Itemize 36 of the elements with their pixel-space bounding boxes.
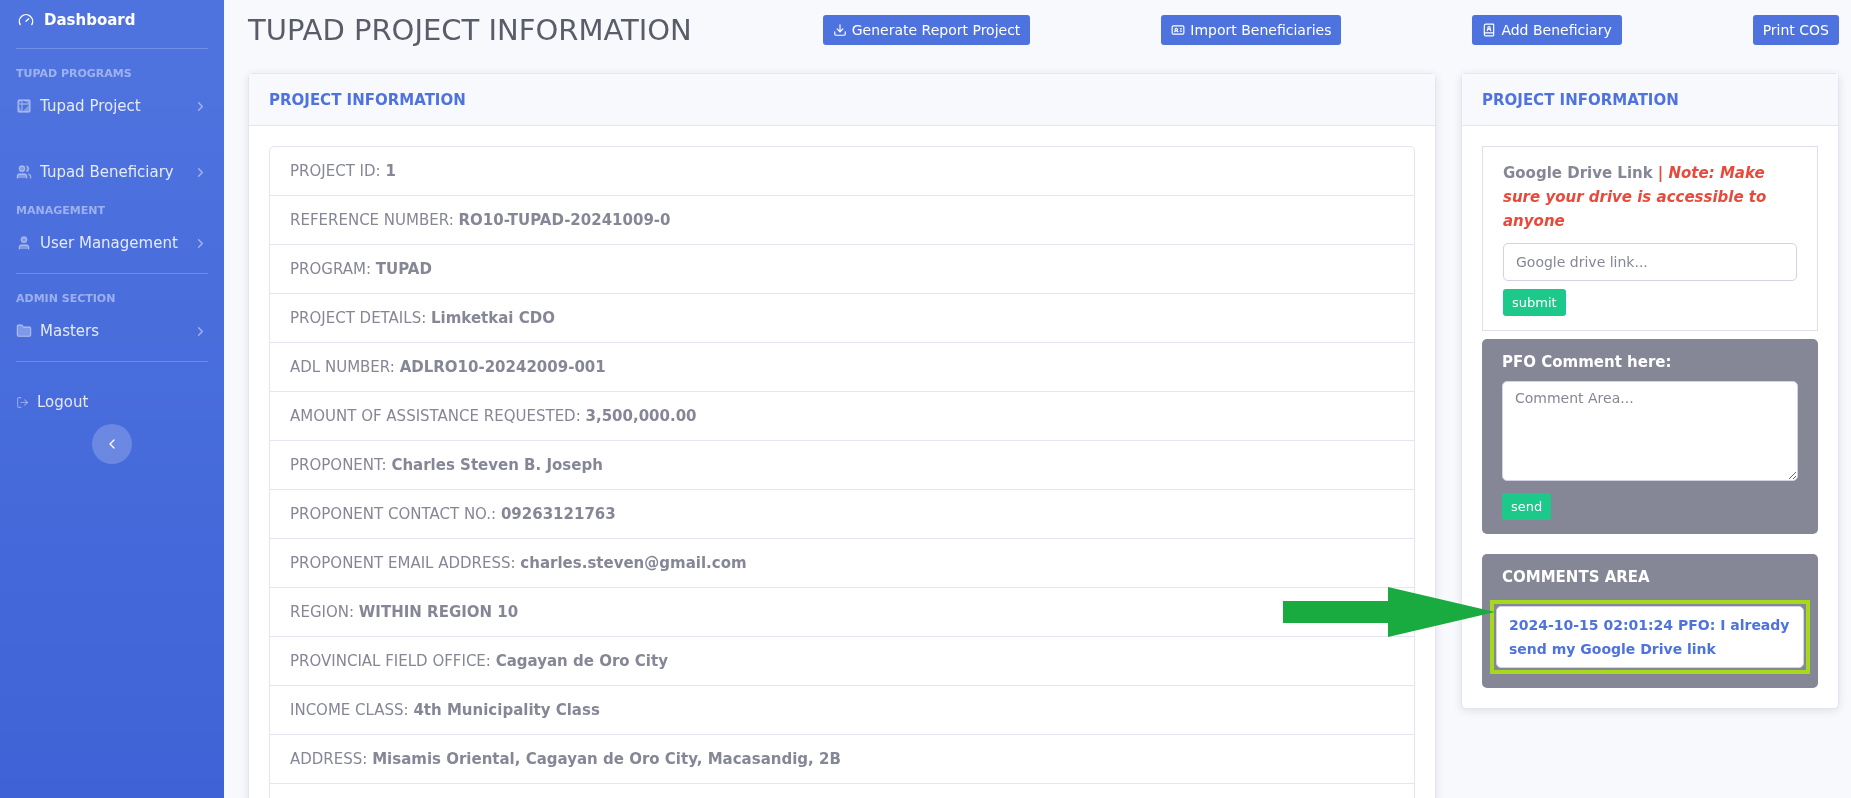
info-row: PROVINCIAL FIELD OFFICE: Cagayan de Oro City [270, 637, 1414, 686]
info-row: PROPONENT EMAIL ADDRESS: charles.steven@gmail.com [270, 539, 1414, 588]
sidebar-heading: TUPAD PROGRAMS [16, 67, 133, 80]
card-title: PROJECT INFORMATION [249, 74, 1435, 126]
action-button[interactable]: Print COS [1752, 15, 1839, 45]
submit-button[interactable]: submit [1503, 289, 1566, 316]
sidebar-heading: MANAGEMENT [16, 204, 106, 217]
info-row: PROJECT DETAILS: Limketkai CDO [270, 294, 1414, 343]
comment-text: 2024-10-15 02:01:24 PFO: I already send my Google Drive link [1496, 606, 1804, 668]
sidebar-item[interactable]: Tupad Beneficiary [16, 150, 208, 194]
info-row: ADL NUMBER: ADLRO10-20242009-001 [270, 343, 1414, 392]
info-row: REFERENCE NUMBER: RO10-TUPAD-20241009-0 [270, 196, 1414, 245]
drive-link-label: Google Drive Link | Note: Make sure your drive is accessible to anyone [1503, 163, 1768, 232]
sidebar-item[interactable]: Masters [16, 309, 208, 353]
comment-field[interactable]: Comment Area... [1502, 381, 1798, 481]
info-row: ADDRESS: Misamis Oriental, Cagayan de Oro City, Macasandig, 2B [270, 735, 1414, 784]
info-row: INCOME CLASS: 4th Municipality Class [270, 686, 1414, 735]
card-title: PROJECT INFORMATION [1462, 74, 1838, 126]
action-button[interactable]: Add Beneficiary [1472, 15, 1622, 45]
action-button[interactable]: Import Beneficiaries [1161, 15, 1342, 45]
drive-link-field[interactable]: Google drive link... [1503, 243, 1797, 281]
info-row: PROPONENT CONTACT NO.: 09263121763 [270, 490, 1414, 539]
sidebar-item[interactable]: User Management [16, 221, 208, 265]
send-button[interactable]: send [1502, 493, 1552, 520]
sidebar-heading: ADMIN SECTION [16, 292, 117, 305]
comment-label: PFO Comment here: [1502, 353, 1673, 371]
dashboard-link[interactable]: Dashboard [16, 0, 208, 40]
page-title: TUPAD PROJECT INFORMATION [248, 13, 692, 47]
info-row: AMOUNT OF ASSISTANCE REQUESTED: 3,500,000.00 [270, 392, 1414, 441]
info-row: PROJECT ID: 1 [270, 147, 1414, 196]
logout-link[interactable]: Logout [16, 388, 208, 416]
comments-title: COMMENTS AREA [1502, 568, 1651, 586]
action-button[interactable]: Generate Report Project [822, 15, 1031, 45]
info-row: PROGRAM: TUPAD [270, 245, 1414, 294]
sidebar-item[interactable]: Tupad Project [16, 84, 208, 128]
info-row: PROPONENT: Charles Steven B. Joseph [270, 441, 1414, 490]
